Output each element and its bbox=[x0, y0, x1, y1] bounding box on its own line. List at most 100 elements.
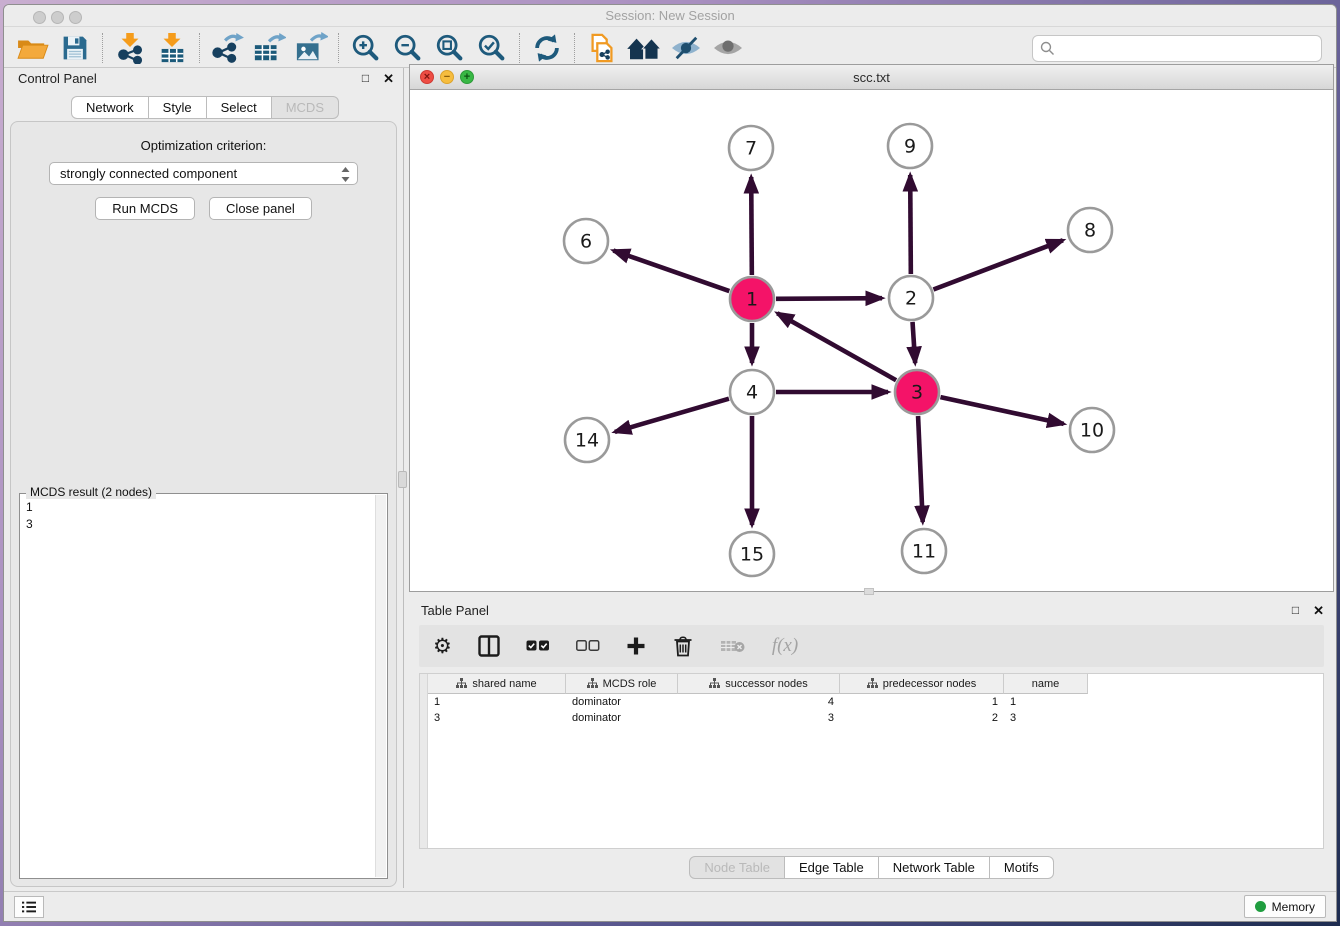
column-sort-icon bbox=[709, 678, 720, 689]
export-network-button[interactable] bbox=[206, 30, 248, 66]
maximize-network-button[interactable]: + bbox=[460, 70, 474, 84]
column-header-name[interactable]: name bbox=[1004, 674, 1088, 694]
refresh-button[interactable] bbox=[526, 30, 568, 66]
zoom-in-icon bbox=[350, 32, 382, 64]
column-header-shared-name[interactable]: shared name bbox=[428, 674, 566, 694]
table-tab-edge-table[interactable]: Edge Table bbox=[785, 856, 879, 879]
edge-3-11[interactable] bbox=[918, 416, 923, 522]
control-panel-tabs: NetworkStyleSelectMCDS bbox=[8, 96, 402, 119]
delete-table-button[interactable] bbox=[720, 631, 746, 661]
table-tab-motifs[interactable]: Motifs bbox=[990, 856, 1054, 879]
import-table-icon bbox=[156, 32, 188, 64]
duplicate-network-button[interactable] bbox=[581, 30, 623, 66]
graph-edges bbox=[613, 175, 1063, 525]
edge-1-7[interactable] bbox=[751, 177, 752, 275]
deselect-all-button[interactable] bbox=[576, 631, 600, 661]
close-window-button[interactable] bbox=[33, 11, 46, 24]
select-all-icon bbox=[526, 640, 550, 652]
edge-3-1[interactable] bbox=[777, 313, 896, 380]
minimize-window-button[interactable] bbox=[51, 11, 64, 24]
tab-select[interactable]: Select bbox=[207, 96, 272, 119]
zoom-in-button[interactable] bbox=[345, 30, 387, 66]
export-table-button[interactable] bbox=[248, 30, 290, 66]
close-panel-icon[interactable]: ✕ bbox=[383, 71, 394, 89]
hide-eye-button[interactable] bbox=[665, 30, 707, 66]
cell-shared-name[interactable]: 1 bbox=[428, 694, 566, 710]
table-row[interactable]: 3dominator323 bbox=[428, 710, 1323, 726]
network-canvas[interactable]: 7968124314101511 bbox=[410, 91, 1333, 591]
optimization-label: Optimization criterion: bbox=[11, 138, 396, 153]
zoom-selected-button[interactable] bbox=[471, 30, 513, 66]
function-builder-button[interactable]: f(x) bbox=[772, 631, 798, 661]
search-input[interactable] bbox=[1032, 35, 1322, 62]
network-window-title: scc.txt bbox=[410, 65, 1333, 90]
network-view-window: × − + scc.txt 7968124314101511 bbox=[409, 64, 1334, 592]
tab-network[interactable]: Network bbox=[71, 96, 149, 119]
vertical-splitter-handle[interactable] bbox=[398, 471, 407, 488]
window-title: Session: New Session bbox=[4, 5, 1336, 27]
cell-successor-nodes[interactable]: 3 bbox=[678, 710, 840, 726]
close-table-panel-icon[interactable]: ✕ bbox=[1313, 603, 1324, 621]
import-network-button[interactable] bbox=[109, 30, 151, 66]
table-row[interactable]: 1dominator411 bbox=[428, 694, 1323, 710]
edge-2-9[interactable] bbox=[910, 175, 911, 274]
zoom-out-button[interactable] bbox=[387, 30, 429, 66]
show-eye-button[interactable] bbox=[707, 30, 749, 66]
run-mcds-button[interactable]: Run MCDS bbox=[95, 197, 195, 220]
close-panel-button[interactable]: Close panel bbox=[209, 197, 312, 220]
save-session-button[interactable] bbox=[54, 30, 96, 66]
column-header-MCDS-role[interactable]: MCDS role bbox=[566, 674, 678, 694]
task-history-button[interactable] bbox=[14, 896, 44, 918]
cell-shared-name[interactable]: 3 bbox=[428, 710, 566, 726]
column-header-predecessor-nodes[interactable]: predecessor nodes bbox=[840, 674, 1004, 694]
cell-name[interactable]: 1 bbox=[1004, 694, 1088, 710]
edge-4-14[interactable] bbox=[615, 399, 729, 432]
export-image-button[interactable] bbox=[290, 30, 332, 66]
zoom-fit-button[interactable] bbox=[429, 30, 471, 66]
edge-2-8[interactable] bbox=[933, 240, 1062, 289]
close-network-button[interactable]: × bbox=[420, 70, 434, 84]
cell-MCDS-role[interactable]: dominator bbox=[566, 710, 678, 726]
column-view-icon bbox=[478, 635, 500, 657]
edge-1-2[interactable] bbox=[776, 298, 882, 299]
float-table-panel-icon[interactable]: □ bbox=[1292, 603, 1299, 621]
open-file-button[interactable] bbox=[12, 30, 54, 66]
table-toolbar: ⚙ bbox=[419, 625, 1324, 667]
add-column-button[interactable] bbox=[626, 631, 646, 661]
table-body: 1dominator4113dominator323 bbox=[428, 694, 1323, 726]
delete-column-button[interactable] bbox=[672, 631, 694, 661]
minimize-network-button[interactable]: − bbox=[440, 70, 454, 84]
select-all-button[interactable] bbox=[526, 631, 550, 661]
node-label-11: 11 bbox=[912, 541, 936, 563]
duplicate-network-icon bbox=[586, 32, 618, 64]
cell-successor-nodes[interactable]: 4 bbox=[678, 694, 840, 710]
control-panel: Control Panel □ ✕ NetworkStyleSelectMCDS… bbox=[8, 65, 402, 891]
cell-predecessor-nodes[interactable]: 1 bbox=[840, 694, 1004, 710]
table-settings-button[interactable]: ⚙ bbox=[433, 631, 452, 661]
optimization-dropdown[interactable]: strongly connected component bbox=[49, 162, 358, 185]
edge-3-10[interactable] bbox=[940, 397, 1063, 424]
zoom-window-button[interactable] bbox=[69, 11, 82, 24]
row-header-strip bbox=[420, 674, 428, 848]
column-view-button[interactable] bbox=[478, 631, 500, 661]
table-tab-network-table[interactable]: Network Table bbox=[879, 856, 990, 879]
edge-2-3[interactable] bbox=[913, 322, 916, 363]
tab-style[interactable]: Style bbox=[149, 96, 207, 119]
horizontal-splitter-handle[interactable] bbox=[864, 588, 874, 595]
cell-name[interactable]: 3 bbox=[1004, 710, 1088, 726]
memory-button[interactable]: Memory bbox=[1244, 895, 1326, 918]
open-file-icon bbox=[16, 34, 50, 62]
float-panel-icon[interactable]: □ bbox=[362, 71, 369, 89]
home-button[interactable] bbox=[623, 30, 665, 66]
search-icon bbox=[1040, 41, 1055, 56]
cell-predecessor-nodes[interactable]: 2 bbox=[840, 710, 1004, 726]
table-panel: Table Panel □ ✕ ⚙ bbox=[409, 595, 1334, 891]
table-tab-node-table[interactable]: Node Table bbox=[689, 856, 785, 879]
cell-MCDS-role[interactable]: dominator bbox=[566, 694, 678, 710]
result-scrollbar[interactable] bbox=[375, 495, 386, 877]
import-table-button[interactable] bbox=[151, 30, 193, 66]
edge-1-6[interactable] bbox=[613, 251, 729, 292]
column-header-successor-nodes[interactable]: successor nodes bbox=[678, 674, 840, 694]
status-bar: Memory bbox=[4, 891, 1336, 921]
tab-mcds[interactable]: MCDS bbox=[272, 96, 339, 119]
